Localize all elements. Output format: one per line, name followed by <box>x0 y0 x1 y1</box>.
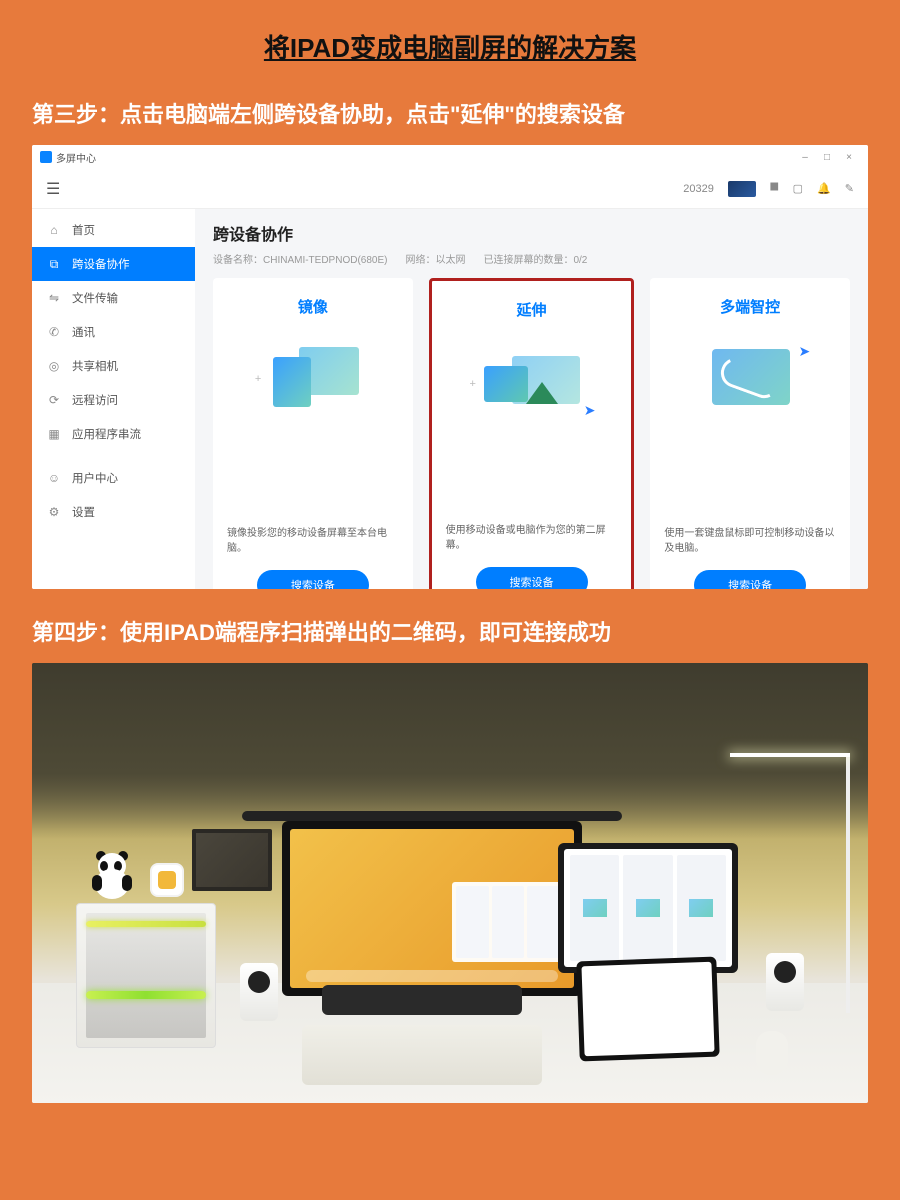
panda-plush <box>90 853 134 899</box>
speaker-left <box>240 963 278 1021</box>
card-title: 多端智控 <box>720 296 780 317</box>
desk-lamp-pole <box>846 753 850 1013</box>
desk-lamp-head <box>730 753 850 757</box>
desk-photo <box>32 663 868 1103</box>
step-3-label: 第三步：点击电脑端左侧跨设备协助，点击"延伸"的搜索设备 <box>0 87 900 145</box>
sidebar-label: 文件传输 <box>72 290 118 306</box>
search-device-button[interactable]: 搜索设备 <box>694 570 806 589</box>
topbar: ☰ 20329 ⯀ ▢ 🔔 ✎ <box>32 169 868 209</box>
extend-illustration: +➤ <box>472 342 592 427</box>
ipad-secondary-screen <box>558 843 738 973</box>
card-title: 延伸 <box>517 299 547 320</box>
sidebar-label: 通讯 <box>72 324 95 340</box>
phone-icon: ✆ <box>46 325 62 339</box>
monitor-lightbar <box>242 811 622 821</box>
app-name: 多屏中心 <box>56 150 96 165</box>
sidebar-label: 远程访问 <box>72 392 118 408</box>
picture-frame <box>192 829 272 891</box>
tablet <box>576 957 719 1062</box>
sidebar-label: 跨设备协作 <box>72 256 130 272</box>
section-title: 跨设备协作 <box>213 221 850 245</box>
sidebar-item-user[interactable]: ☺ 用户中心 <box>32 461 195 495</box>
sidebar-item-comm[interactable]: ✆ 通讯 <box>32 315 195 349</box>
gear-icon: ⚙ <box>46 505 62 519</box>
app-screenshot: 多屏中心 – □ × ☰ 20329 ⯀ ▢ 🔔 ✎ ⌂ 首页 ⧉ 跨设备协作 ⇋ 文… <box>32 145 868 589</box>
camera-icon: ◎ <box>46 359 62 373</box>
window-max-button[interactable]: □ <box>816 152 838 163</box>
app-logo-icon <box>40 151 52 163</box>
sidebar-label: 首页 <box>72 222 95 238</box>
device-icon[interactable]: ▢ <box>793 182 803 195</box>
mouse <box>756 1031 788 1075</box>
card-extend[interactable]: 延伸 +➤ 使用移动设备或电脑作为您的第二屏幕。 搜索设备 <box>429 278 635 589</box>
sidebar-label: 设置 <box>72 504 95 520</box>
sidebar-label: 用户中心 <box>72 470 118 486</box>
step-4-label: 第四步：使用IPAD端程序扫描弹出的二维码，即可连接成功 <box>0 605 900 663</box>
speaker-right <box>766 953 804 1011</box>
bell-icon[interactable]: 🔔 <box>817 182 831 195</box>
card-desc: 使用一套键盘鼠标即可控制移动设备以及电脑。 <box>664 526 836 556</box>
monitor-dialog <box>452 882 564 962</box>
card-desc: 使用移动设备或电脑作为您的第二屏幕。 <box>446 523 618 553</box>
transfer-icon: ⇋ <box>46 291 62 305</box>
user-icon: ☺ <box>46 471 62 485</box>
network-info: 网络：以太网 <box>405 251 465 266</box>
device-name: 设备名称：CHINAMI-TEDPNOD(680E) <box>213 251 387 266</box>
card-multicontrol[interactable]: 多端智控 ➤ 使用一套键盘鼠标即可控制移动设备以及电脑。 搜索设备 <box>650 278 850 589</box>
hamburger-icon[interactable]: ☰ <box>46 179 60 199</box>
sidebar: ⌂ 首页 ⧉ 跨设备协作 ⇋ 文件传输 ✆ 通讯 ◎ 共享相机 ⟳ 远程访问 ▦ 应用程序串流… <box>32 209 195 589</box>
sidebar-label: 共享相机 <box>72 358 118 374</box>
edit-icon[interactable]: ✎ <box>845 182 854 195</box>
session-id: 20329 <box>683 183 714 195</box>
sidebar-item-file-transfer[interactable]: ⇋ 文件传输 <box>32 281 195 315</box>
multicontrol-illustration: ➤ <box>690 339 810 424</box>
smart-speaker <box>150 863 184 897</box>
sidebar-item-home[interactable]: ⌂ 首页 <box>32 213 195 247</box>
main-area: 跨设备协作 设备名称：CHINAMI-TEDPNOD(680E) 网络：以太网 … <box>195 209 868 589</box>
monitor <box>282 821 582 996</box>
sidebar-item-stream[interactable]: ▦ 应用程序串流 <box>32 417 195 451</box>
sidebar-item-settings[interactable]: ⚙ 设置 <box>32 495 195 529</box>
search-device-button[interactable]: 搜索设备 <box>476 567 588 589</box>
screen-count: 已连接屏幕的数量：0/2 <box>483 251 587 266</box>
keyboard <box>302 1025 542 1085</box>
window-min-button[interactable]: – <box>794 152 816 163</box>
card-desc: 镜像投影您的移动设备屏幕至本台电脑。 <box>227 526 399 556</box>
grid-icon: ▦ <box>46 427 62 441</box>
window-close-button[interactable]: × <box>838 152 860 163</box>
sidebar-item-cross-device[interactable]: ⧉ 跨设备协作 <box>32 247 195 281</box>
sidebar-item-remote[interactable]: ⟳ 远程访问 <box>32 383 195 417</box>
taskbar <box>306 970 558 982</box>
devices-icon: ⧉ <box>46 257 62 272</box>
home-icon: ⌂ <box>46 223 62 237</box>
section-subtitle: 设备名称：CHINAMI-TEDPNOD(680E) 网络：以太网 已连接屏幕的… <box>213 251 850 266</box>
soundbar <box>322 985 522 1015</box>
preview-thumb[interactable] <box>728 181 756 197</box>
search-device-button[interactable]: 搜索设备 <box>257 570 369 589</box>
window-titlebar: 多屏中心 – □ × <box>32 145 868 169</box>
speaker-icon[interactable]: ⯀ <box>770 182 779 195</box>
card-title: 镜像 <box>298 296 328 317</box>
mirror-illustration: + <box>253 339 373 424</box>
sidebar-item-camera[interactable]: ◎ 共享相机 <box>32 349 195 383</box>
sidebar-label: 应用程序串流 <box>72 426 141 442</box>
card-mirror[interactable]: 镜像 + 镜像投影您的移动设备屏幕至本台电脑。 搜索设备 <box>213 278 413 589</box>
page-title: 将IPAD变成电脑副屏的解决方案 <box>0 0 900 87</box>
remote-icon: ⟳ <box>46 393 62 407</box>
